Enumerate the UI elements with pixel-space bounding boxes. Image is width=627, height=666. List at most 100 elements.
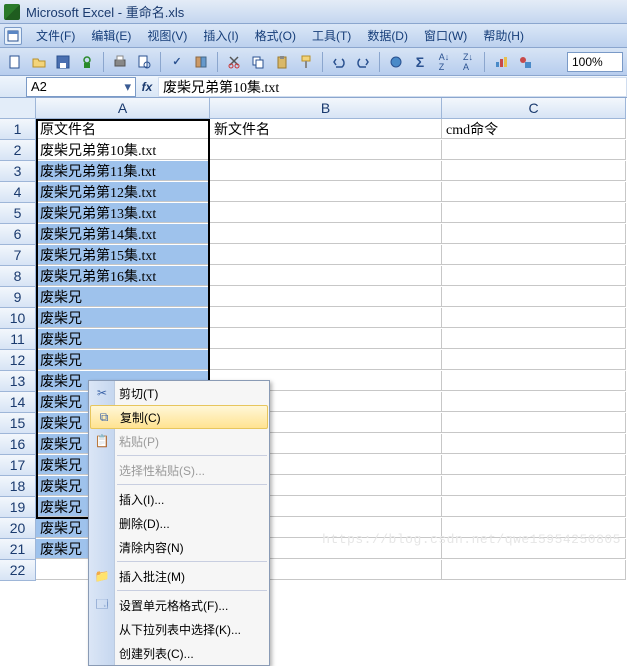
open-button[interactable] xyxy=(28,51,50,73)
spelling-button[interactable]: ✓ xyxy=(166,51,188,73)
cell-A12[interactable]: 废柴兄 xyxy=(36,350,210,370)
cell-C5[interactable] xyxy=(442,203,626,223)
cell-B10[interactable] xyxy=(210,308,442,328)
cell-C17[interactable] xyxy=(442,455,626,475)
cell-C15[interactable] xyxy=(442,413,626,433)
cell-B2[interactable] xyxy=(210,140,442,160)
cell-A1[interactable]: 原文件名 xyxy=(36,119,210,139)
cell-C22[interactable] xyxy=(442,560,626,580)
research-button[interactable] xyxy=(190,51,212,73)
sort-asc-button[interactable]: A↓Z xyxy=(433,51,455,73)
menu-edit[interactable]: 编辑(E) xyxy=(83,25,139,46)
row-header-7[interactable]: 7 xyxy=(0,245,36,266)
cell-A10[interactable]: 废柴兄 xyxy=(36,308,210,328)
row-header-10[interactable]: 10 xyxy=(0,308,36,329)
format-painter-button[interactable] xyxy=(295,51,317,73)
cell-A3[interactable]: 废柴兄弟第11集.txt xyxy=(36,161,210,181)
workbook-icon[interactable] xyxy=(4,27,22,45)
autosum-button[interactable]: Σ xyxy=(409,51,431,73)
col-header-B[interactable]: B xyxy=(210,98,442,119)
chevron-down-icon[interactable]: ▾ xyxy=(124,79,131,95)
cell-B8[interactable] xyxy=(210,266,442,286)
cell-B12[interactable] xyxy=(210,350,442,370)
cell-C6[interactable] xyxy=(442,224,626,244)
cell-B7[interactable] xyxy=(210,245,442,265)
redo-button[interactable] xyxy=(352,51,374,73)
col-header-C[interactable]: C xyxy=(442,98,626,119)
cell-C19[interactable] xyxy=(442,497,626,517)
row-header-12[interactable]: 12 xyxy=(0,350,36,371)
cell-C13[interactable] xyxy=(442,371,626,391)
row-header-4[interactable]: 4 xyxy=(0,182,36,203)
cell-C11[interactable] xyxy=(442,329,626,349)
row-header-11[interactable]: 11 xyxy=(0,329,36,350)
cell-B5[interactable] xyxy=(210,203,442,223)
name-box[interactable]: A2▾ xyxy=(26,77,136,97)
row-header-2[interactable]: 2 xyxy=(0,140,36,161)
cell-C14[interactable] xyxy=(442,392,626,412)
menu-insert[interactable]: 插入(I) xyxy=(195,25,246,46)
cell-C3[interactable] xyxy=(442,161,626,181)
cell-A4[interactable]: 废柴兄弟第12集.txt xyxy=(36,182,210,202)
cell-A7[interactable]: 废柴兄弟第15集.txt xyxy=(36,245,210,265)
cell-B11[interactable] xyxy=(210,329,442,349)
row-header-17[interactable]: 17 xyxy=(0,455,36,476)
ctx-cut[interactable]: ✂剪切(T) xyxy=(89,381,269,405)
zoom-box[interactable]: 100% xyxy=(567,52,623,72)
cell-A6[interactable]: 废柴兄弟第14集.txt xyxy=(36,224,210,244)
cell-C20[interactable] xyxy=(442,518,626,538)
cell-C12[interactable] xyxy=(442,350,626,370)
undo-button[interactable] xyxy=(328,51,350,73)
cell-B9[interactable] xyxy=(210,287,442,307)
cell-A8[interactable]: 废柴兄弟第16集.txt xyxy=(36,266,210,286)
row-header-19[interactable]: 19 xyxy=(0,497,36,518)
menu-format[interactable]: 格式(O) xyxy=(247,25,304,46)
save-button[interactable] xyxy=(52,51,74,73)
row-header-15[interactable]: 15 xyxy=(0,413,36,434)
cut-button[interactable] xyxy=(223,51,245,73)
row-header-18[interactable]: 18 xyxy=(0,476,36,497)
ctx-insert[interactable]: 插入(I)... xyxy=(89,487,269,511)
cell-B6[interactable] xyxy=(210,224,442,244)
spreadsheet-grid[interactable]: ABC1原文件名新文件名cmd命令2废柴兄弟第10集.txt3废柴兄弟第11集.… xyxy=(0,98,627,553)
formula-input[interactable]: 废柴兄弟第10集.txt xyxy=(158,77,627,97)
row-header-20[interactable]: 20 xyxy=(0,518,36,539)
chart-button[interactable] xyxy=(490,51,512,73)
new-button[interactable] xyxy=(4,51,26,73)
cell-A5[interactable]: 废柴兄弟第13集.txt xyxy=(36,203,210,223)
row-header-21[interactable]: 21 xyxy=(0,539,36,560)
menu-data[interactable]: 数据(D) xyxy=(359,25,416,46)
menu-view[interactable]: 视图(V) xyxy=(139,25,195,46)
cell-B3[interactable] xyxy=(210,161,442,181)
cell-C2[interactable] xyxy=(442,140,626,160)
hyperlink-button[interactable] xyxy=(385,51,407,73)
row-header-3[interactable]: 3 xyxy=(0,161,36,182)
menu-help[interactable]: 帮助(H) xyxy=(475,25,532,46)
cell-A2[interactable]: 废柴兄弟第10集.txt xyxy=(36,140,210,160)
cell-B4[interactable] xyxy=(210,182,442,202)
cell-C21[interactable] xyxy=(442,539,626,559)
cell-C18[interactable] xyxy=(442,476,626,496)
cell-C4[interactable] xyxy=(442,182,626,202)
paste-button[interactable] xyxy=(271,51,293,73)
menu-window[interactable]: 窗口(W) xyxy=(416,25,475,46)
row-header-9[interactable]: 9 xyxy=(0,287,36,308)
menu-file[interactable]: 文件(F) xyxy=(28,25,83,46)
print-preview-button[interactable] xyxy=(133,51,155,73)
row-header-16[interactable]: 16 xyxy=(0,434,36,455)
row-header-14[interactable]: 14 xyxy=(0,392,36,413)
ctx-pick-list[interactable]: 从下拉列表中选择(K)... xyxy=(89,617,269,641)
ctx-create-list[interactable]: 创建列表(C)... xyxy=(89,641,269,665)
row-header-22[interactable]: 22 xyxy=(0,560,36,581)
cell-C1[interactable]: cmd命令 xyxy=(442,119,626,139)
ctx-clear[interactable]: 清除内容(N) xyxy=(89,535,269,559)
fx-icon[interactable]: fx xyxy=(136,80,158,94)
cell-C8[interactable] xyxy=(442,266,626,286)
ctx-insert-comment[interactable]: 📁插入批注(M) xyxy=(89,564,269,588)
drawing-button[interactable] xyxy=(514,51,536,73)
select-all-corner[interactable] xyxy=(0,98,36,119)
ctx-copy[interactable]: ⧉复制(C) xyxy=(90,405,268,429)
cell-C10[interactable] xyxy=(442,308,626,328)
cell-C7[interactable] xyxy=(442,245,626,265)
cell-C16[interactable] xyxy=(442,434,626,454)
